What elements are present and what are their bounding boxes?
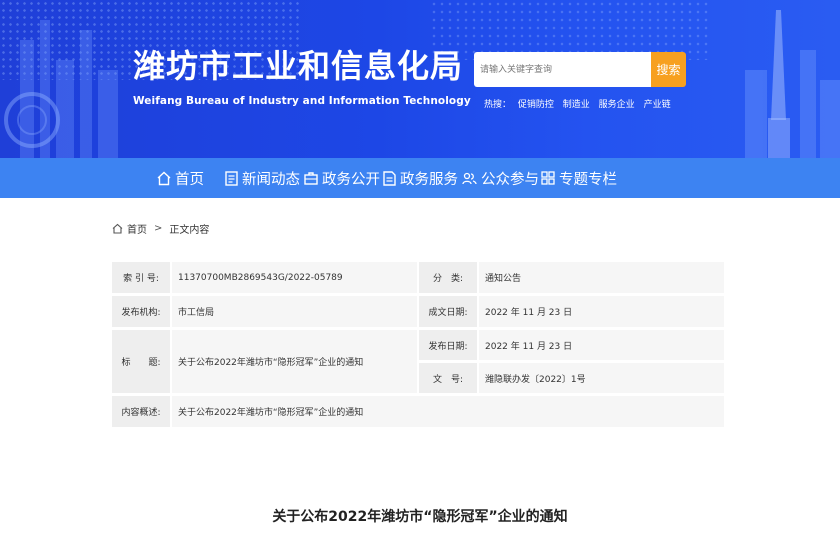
meta-category-label: 分 类: bbox=[419, 262, 477, 293]
meta-published-label: 发布日期: bbox=[419, 330, 477, 360]
meta-summary-label: 内容概述: bbox=[112, 396, 170, 427]
meta-title-label: 标 题: bbox=[112, 330, 170, 393]
meta-publisher-value: 市工信局 bbox=[172, 296, 417, 327]
nav-item-special-topics[interactable]: 专题专栏 bbox=[541, 158, 617, 198]
meta-category-value: 通知公告 bbox=[479, 262, 724, 293]
nav-item-news[interactable]: 新闻动态 bbox=[225, 158, 300, 198]
hot-search-links: 热搜： 促销防控 制造业 服务企业 产业链 bbox=[484, 97, 677, 110]
meta-index-value: 11370700MB2869543G/2022-05789 bbox=[172, 262, 417, 293]
nav-item-label: 政务公开 bbox=[322, 171, 380, 188]
hot-link-enterprise-service[interactable]: 服务企业 bbox=[599, 100, 635, 110]
nav-item-public-participation[interactable]: 公众参与 bbox=[462, 158, 539, 198]
nav-item-label: 公众参与 bbox=[481, 171, 539, 188]
document-meta-table: 索 引 号: 11370700MB2869543G/2022-05789 分 类… bbox=[112, 262, 724, 427]
document-icon bbox=[383, 170, 396, 186]
search-input[interactable] bbox=[474, 52, 652, 87]
news-icon bbox=[225, 170, 238, 186]
nav-item-home[interactable]: 首页 bbox=[157, 158, 204, 198]
hot-link-epidemic[interactable]: 促销防控 bbox=[518, 100, 554, 110]
meta-publisher-label: 发布机构: bbox=[112, 296, 170, 327]
hot-link-industry-chain[interactable]: 产业链 bbox=[644, 100, 671, 110]
grid-icon bbox=[541, 171, 555, 185]
hot-link-manufacturing[interactable]: 制造业 bbox=[563, 100, 590, 110]
nav-item-gov-open[interactable]: 政务公开 bbox=[304, 158, 380, 198]
nav-item-label: 政务服务 bbox=[400, 171, 458, 188]
meta-created-value: 2022 年 11 月 23 日 bbox=[479, 296, 724, 327]
article-title: 关于公布2022年潍坊市“隐形冠军”企业的通知 bbox=[272, 509, 568, 525]
meta-docno-label: 文 号: bbox=[419, 363, 477, 393]
header-banner: 潍坊市工业和信息化局 Weifang Bureau of Industry an… bbox=[0, 0, 840, 158]
nav-item-label: 专题专栏 bbox=[559, 171, 617, 188]
home-icon bbox=[112, 223, 123, 234]
meta-summary-value: 关于公布2022年潍坊市“隐形冠军”企业的通知 bbox=[172, 396, 724, 427]
meta-docno-value: 潍隐联办发〔2022〕1号 bbox=[479, 363, 724, 393]
site-title: 潍坊市工业和信息化局 bbox=[133, 47, 464, 85]
site-subtitle: Weifang Bureau of Industry and Informati… bbox=[133, 95, 471, 107]
meta-title-value: 关于公布2022年潍坊市“隐形冠军”企业的通知 bbox=[172, 330, 417, 393]
meta-created-label: 成文日期: bbox=[419, 296, 477, 327]
breadcrumb-current: 正文内容 bbox=[169, 224, 210, 236]
home-icon bbox=[157, 171, 171, 185]
main-nav: 首页 新闻动态 政务公开 政务服务 公众参与 专题专栏 bbox=[0, 158, 840, 198]
meta-index-label: 索 引 号: bbox=[112, 262, 170, 293]
nav-item-gov-service[interactable]: 政务服务 bbox=[383, 158, 458, 198]
breadcrumb-separator: > bbox=[154, 222, 163, 234]
nav-item-label: 新闻动态 bbox=[242, 171, 300, 188]
people-icon bbox=[462, 172, 477, 184]
meta-published-value: 2022 年 11 月 23 日 bbox=[479, 330, 724, 360]
hot-search-label: 热搜： bbox=[484, 100, 512, 110]
breadcrumb-home-link[interactable]: 首页 bbox=[127, 221, 147, 236]
nav-item-label: 首页 bbox=[175, 171, 204, 188]
search-button[interactable]: 搜索 bbox=[651, 52, 686, 87]
briefcase-icon bbox=[304, 172, 318, 185]
breadcrumb: 首页 > 正文内容 bbox=[112, 221, 210, 236]
